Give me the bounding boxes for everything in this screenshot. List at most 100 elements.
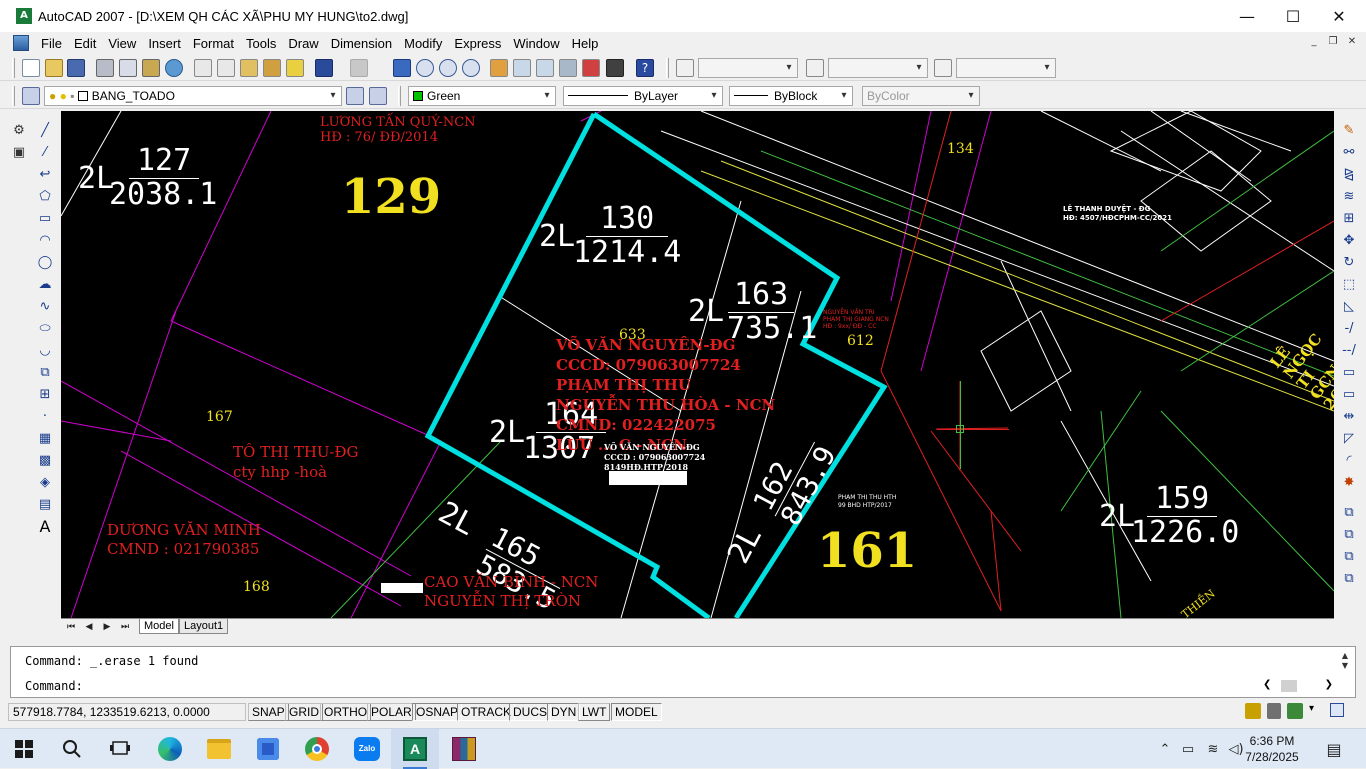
scroll-right-icon[interactable]: ❯ [1325, 679, 1333, 690]
toolbar-lock-icon[interactable] [1267, 703, 1281, 719]
ducs-toggle[interactable]: DUCS [509, 703, 552, 721]
scale-icon[interactable]: ⬚ [1340, 276, 1358, 294]
table-style-icon[interactable] [934, 59, 952, 77]
grid-toggle[interactable]: GRID [285, 703, 323, 721]
comm-center-icon[interactable] [1245, 703, 1261, 719]
menu-draw[interactable]: Draw [282, 36, 324, 51]
menu-modify[interactable]: Modify [398, 36, 448, 51]
menu-view[interactable]: View [102, 36, 142, 51]
dim-style-combo[interactable]: ▾ [828, 58, 928, 78]
insert-block-icon[interactable]: ⧉ [36, 364, 54, 382]
match-properties-icon[interactable] [263, 59, 281, 77]
zoom-realtime-icon[interactable] [416, 59, 434, 77]
revision-cloud-icon[interactable]: ☁ [36, 276, 54, 294]
snap-toggle[interactable]: SNAP [248, 703, 289, 721]
paste-icon[interactable] [240, 59, 258, 77]
doc-minimize-button[interactable]: _ [1305, 36, 1323, 50]
document-icon[interactable] [13, 35, 29, 51]
toolbar-grip[interactable] [398, 86, 401, 106]
command-scrollbar[interactable]: ▲ ▼ [1339, 651, 1351, 671]
3d-dwf-icon[interactable] [165, 59, 183, 77]
zoom-previous-icon[interactable] [462, 59, 480, 77]
zalo-icon[interactable]: Zalo [343, 729, 391, 769]
table-style-combo[interactable]: ▾ [956, 58, 1056, 78]
mirror-icon[interactable]: ⧎ [1340, 166, 1358, 184]
doc-close-button[interactable]: ✕ [1343, 36, 1361, 50]
markup-icon[interactable] [582, 59, 600, 77]
plot-icon[interactable] [96, 59, 114, 77]
extend-icon[interactable]: --/ [1340, 342, 1358, 360]
explode-icon[interactable]: ✸ [1340, 474, 1358, 492]
make-current-layer-icon[interactable] [346, 87, 364, 105]
quickcalc-icon[interactable] [606, 59, 624, 77]
menu-express[interactable]: Express [448, 36, 507, 51]
chamfer-icon[interactable]: ◸ [1340, 430, 1358, 448]
toolbar-grip[interactable] [666, 58, 669, 78]
first-tab-button[interactable]: ⏮ [63, 620, 79, 634]
prev-tab-button[interactable]: ◀ [81, 620, 97, 634]
tab-model[interactable]: Model [139, 619, 179, 634]
scroll-left-icon[interactable]: ❮ [1263, 679, 1271, 690]
multiline-text-icon[interactable]: A [36, 518, 54, 536]
notifications-icon[interactable]: ▤ [1322, 729, 1346, 769]
design-center-icon[interactable] [513, 59, 531, 77]
text-style-combo[interactable]: ▾ [698, 58, 798, 78]
table-icon[interactable]: ▤ [36, 496, 54, 514]
store-icon[interactable] [244, 729, 292, 769]
publish-icon[interactable] [142, 59, 160, 77]
drawing-area[interactable]: LƯƠNG TẤN QUÝ-NCN HĐ : 76/ ĐĐ/2014 129 2… [61, 111, 1334, 618]
color-combo[interactable]: Green ▾ [408, 86, 556, 106]
polygon-icon[interactable]: ⬠ [36, 188, 54, 206]
maximize-button[interactable]: ☐ [1270, 0, 1316, 32]
plot-preview-icon[interactable] [119, 59, 137, 77]
text-style-icon[interactable] [676, 59, 694, 77]
hatch-icon[interactable]: ▦ [36, 430, 54, 448]
move-icon[interactable]: ✥ [1340, 232, 1358, 250]
trim-icon[interactable]: -/ [1340, 320, 1358, 338]
menu-tools[interactable]: Tools [240, 36, 282, 51]
edge-icon[interactable] [146, 729, 194, 769]
polyline-icon[interactable]: ↩ [36, 166, 54, 184]
plotstyle-combo[interactable]: ByColor ▾ [862, 86, 980, 106]
layer-manager-icon[interactable] [22, 87, 40, 105]
command-hscrollbar[interactable]: ❮ ❯ [1263, 679, 1333, 693]
draworder-icon[interactable]: ⧉ [1340, 504, 1358, 522]
menu-format[interactable]: Format [187, 36, 240, 51]
clean-screen-icon[interactable] [1330, 703, 1344, 717]
toolbar-grip[interactable] [12, 58, 15, 78]
last-tab-button[interactable]: ⏭ [117, 620, 133, 634]
search-icon[interactable] [48, 729, 96, 769]
lineweight-combo[interactable]: ByBlock ▾ [729, 86, 853, 106]
layer-combo[interactable]: ● ● ▪ BANG_TOADO ▾ [44, 86, 342, 106]
break-icon[interactable]: ▭ [1340, 386, 1358, 404]
next-tab-button[interactable]: ▶ [99, 620, 115, 634]
offset-icon[interactable]: ≋ [1340, 188, 1358, 206]
menu-help[interactable]: Help [566, 36, 605, 51]
lwt-toggle[interactable]: LWT [578, 703, 611, 721]
dyn-toggle[interactable]: DYN [547, 703, 581, 721]
autocad-icon[interactable]: A [391, 729, 439, 769]
scroll-thumb[interactable] [1281, 680, 1297, 692]
spline-icon[interactable]: ∿ [36, 298, 54, 316]
ellipse-arc-icon[interactable]: ◡ [36, 342, 54, 360]
new-icon[interactable] [22, 59, 40, 77]
copy-icon[interactable] [217, 59, 235, 77]
menu-dimension[interactable]: Dimension [325, 36, 398, 51]
send-to-back-icon[interactable]: ⧉ [1340, 548, 1358, 566]
menu-window[interactable]: Window [507, 36, 565, 51]
rectangle-icon[interactable]: ▭ [36, 210, 54, 228]
array-icon[interactable]: ⊞ [1340, 210, 1358, 228]
tool-palettes-icon[interactable] [536, 59, 554, 77]
taskbar-clock[interactable]: 6:36 PM 7/28/2025 [1232, 733, 1312, 765]
dim-style-icon[interactable] [806, 59, 824, 77]
open-icon[interactable] [45, 59, 63, 77]
coordinates-display[interactable]: 577918.7784, 1233519.6213, 0.0000 [8, 703, 246, 721]
toolbar-grip[interactable] [12, 86, 15, 106]
command-prompt[interactable]: Command: [25, 679, 83, 693]
sheet-set-icon[interactable] [559, 59, 577, 77]
wifi-icon[interactable]: ≋ [1202, 729, 1224, 769]
close-button[interactable]: ✕ [1316, 0, 1362, 32]
winrar-icon[interactable] [440, 729, 488, 769]
minimize-button[interactable]: — [1224, 0, 1270, 32]
linetype-combo[interactable]: ByLayer ▾ [563, 86, 723, 106]
